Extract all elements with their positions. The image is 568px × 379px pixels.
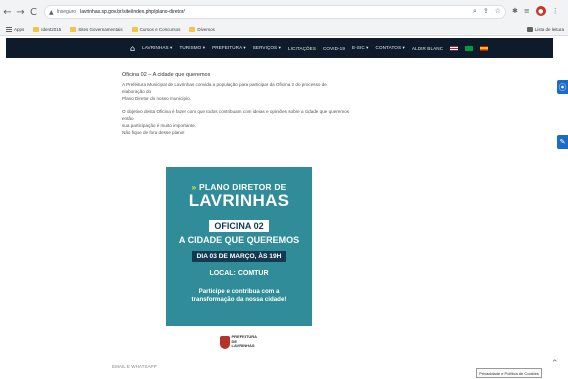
folder-icon <box>70 27 77 32</box>
poster-subtitle: A CIDADE QUE QUEREMOS <box>178 235 300 245</box>
back-button[interactable]: ← <box>2 5 13 19</box>
poster-date: DIA 03 DE MARÇO, ÀS 19H <box>191 251 287 262</box>
bookmark-folder[interactable]: Cursos e Concursos <box>131 27 180 32</box>
forward-button[interactable]: → <box>15 5 26 19</box>
nav-item-esic[interactable]: E-SIC ▾ <box>352 45 369 51</box>
prefeitura-logo: PREFEITURA DE LAVRINHAS <box>220 334 262 350</box>
nav-item-lavrinhas[interactable]: LAVRINHAS ▾ <box>142 45 172 51</box>
nav-item-prefeitura[interactable]: PREFEITURA ▾ <box>212 45 246 51</box>
privacy-cookie-button[interactable]: Privacidade e Política de Cookies <box>476 368 542 378</box>
article-heading: Oficina 02 – A cidade que queremos <box>122 72 211 78</box>
scroll-top-icon[interactable]: ⌃ <box>551 359 559 369</box>
poster-oficina-badge: OFICINA 02 <box>209 220 269 232</box>
objective-paragraph: O objetivo desta Oficina é fazer com que… <box>122 109 350 135</box>
bookmark-folder[interactable]: Diversos <box>189 27 215 32</box>
coat-of-arms-icon <box>220 335 230 349</box>
security-label[interactable]: Inseguro <box>57 9 76 15</box>
flag-spain-icon[interactable] <box>480 45 489 51</box>
extension-icon[interactable]: ✱ <box>512 7 518 15</box>
footer-partial-text: EMAIL E WHATSAPP <box>112 364 157 369</box>
flag-brazil-icon[interactable] <box>465 45 474 51</box>
warning-icon: ▲ <box>49 8 54 16</box>
star-icon[interactable]: ☆ <box>495 7 501 16</box>
home-icon[interactable]: ⌂ <box>130 44 135 53</box>
intro-paragraph: A Prefeitura Municipal de Lavrinhas conv… <box>122 82 327 101</box>
profile-avatar[interactable]: ● <box>535 6 546 16</box>
folder-icon <box>33 27 40 32</box>
zoom-icon[interactable]: ⌕ <box>473 7 477 16</box>
accessibility-icon[interactable]: ⦿ <box>557 80 568 94</box>
share-icon[interactable]: ⇪ <box>483 7 489 16</box>
reload-button[interactable]: C <box>28 5 39 19</box>
nav-item-turismo[interactable]: TURISMO ▾ <box>179 45 205 51</box>
folder-icon <box>189 27 196 32</box>
nav-item-covid[interactable]: COVID-19 <box>323 46 345 51</box>
article-content: Oficina 02 – A cidade que queremos A Pre… <box>122 72 362 137</box>
site-nav: ⌂ LAVRINHAS ▾ TURISMO ▾ PREFEITURA ▾ SER… <box>6 38 553 58</box>
chat-icon[interactable]: ✎ <box>557 135 568 149</box>
nav-item-contatos[interactable]: CONTATOS ▾ <box>376 45 405 51</box>
event-poster: » PLANO DIRETOR DE LAVRINHAS OFICINA 02 … <box>166 167 312 326</box>
menu-icon[interactable]: ⋮ <box>552 7 559 15</box>
reading-list[interactable]: Lista de leitura <box>526 27 564 32</box>
media-icon[interactable]: ≡ <box>524 7 530 15</box>
address-bar[interactable]: ▲ Inseguro lavrinhas.sp.gov.br/site/inde… <box>44 5 506 19</box>
url-text[interactable]: lavrinhas.sp.gov.br/site/index.php/plano… <box>80 9 185 15</box>
nav-item-licitacoes[interactable]: LICITAÇÕES <box>288 46 316 51</box>
apps-grid-icon <box>6 26 12 33</box>
nav-item-servicos[interactable]: SERVIÇOS ▾ <box>253 45 281 51</box>
bookmark-folder[interactable]: Sites Governamentais <box>70 27 123 32</box>
nav-item-aldir-blanc[interactable]: ALDIR BLANC <box>412 46 443 51</box>
bookmark-apps[interactable]: Apps <box>6 26 24 33</box>
reading-list-icon <box>526 27 533 32</box>
folder-icon <box>131 27 138 32</box>
poster-title-line2: LAVRINHAS <box>188 191 290 210</box>
poster-location: LOCAL: COMTUR <box>209 270 269 277</box>
bookmarks-bar: Apps Ident2015 Sites Governamentais Curs… <box>0 24 568 36</box>
browser-toolbar: ← → C ▲ Inseguro lavrinhas.sp.gov.br/sit… <box>0 0 568 24</box>
bookmark-folder[interactable]: Ident2015 <box>33 27 61 32</box>
poster-call-to-action: Participe e contribua com a transformaçã… <box>191 288 287 303</box>
flag-usa-icon[interactable] <box>450 45 459 51</box>
